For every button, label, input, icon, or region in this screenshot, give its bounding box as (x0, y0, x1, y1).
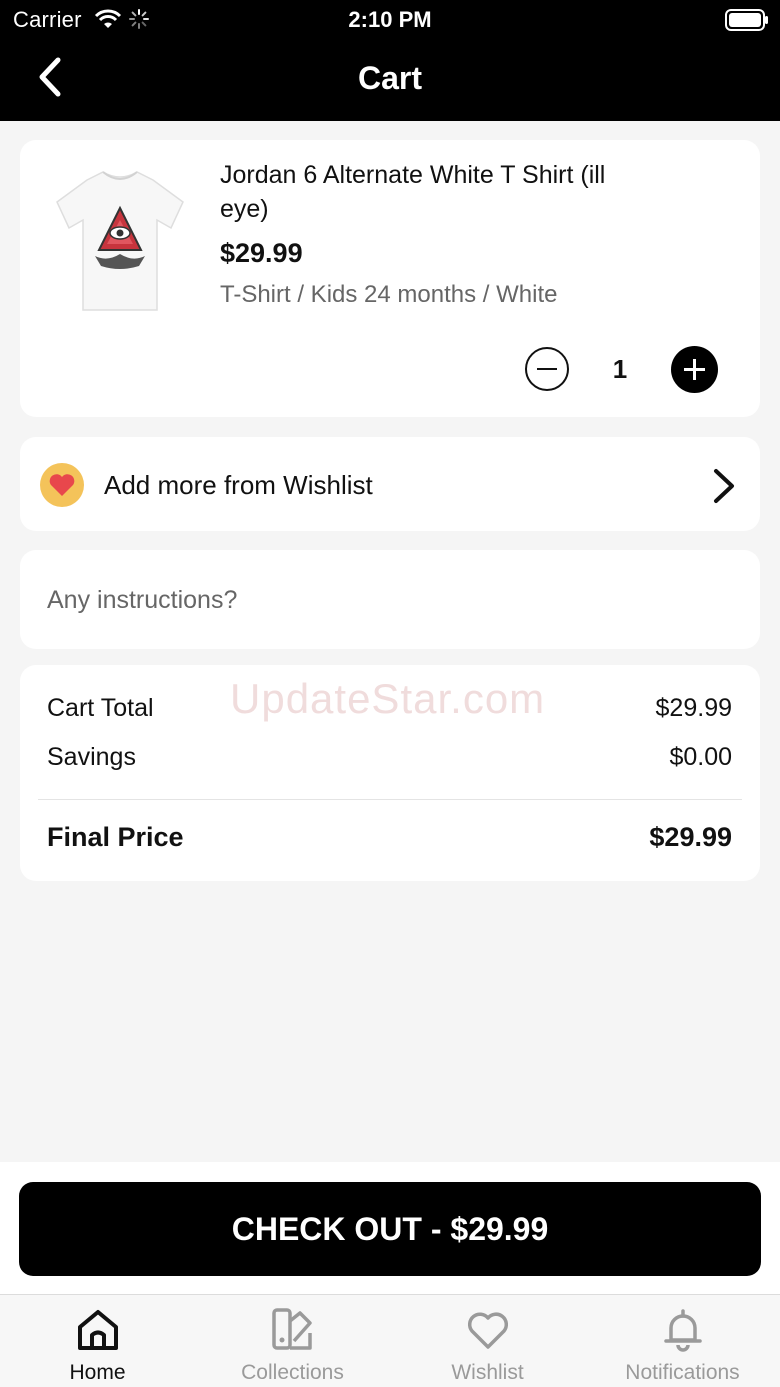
nav-bar: Cart (0, 40, 780, 121)
product-image[interactable] (55, 166, 185, 316)
cart-item-card: Jordan 6 Alternate White T Shirt (ill ey… (20, 140, 760, 417)
home-icon (78, 1310, 118, 1350)
order-summary-card: UpdateStar.com Cart Total $29.99 Savings… (20, 665, 760, 881)
heart-badge-icon (40, 463, 84, 507)
page-title: Cart (357, 60, 422, 96)
product-price: $29.99 (220, 238, 303, 268)
add-from-wishlist-row[interactable]: Add more from Wishlist (20, 437, 760, 531)
checkout-area: CHECK OUT - $29.99 (0, 1162, 780, 1294)
heart-icon (49, 474, 75, 496)
cart-total-label: Cart Total (47, 694, 154, 722)
tab-bar: Home Collections Wishlist Notifications (0, 1294, 780, 1387)
summary-divider (38, 799, 742, 800)
product-variant: T-Shirt / Kids 24 months / White (220, 281, 558, 308)
quantity-value: 1 (612, 354, 628, 384)
cart-total-value: $29.99 (655, 694, 732, 722)
instructions-input[interactable] (47, 580, 727, 620)
tab-wishlist[interactable]: Wishlist (390, 1295, 585, 1387)
tab-collections[interactable]: Collections (195, 1295, 390, 1387)
savings-value: $0.00 (669, 743, 732, 771)
increase-quantity-button[interactable] (671, 346, 718, 393)
savings-label: Savings (47, 743, 136, 771)
tab-wishlist-label: Wishlist (451, 1361, 524, 1384)
heart-icon (467, 1312, 509, 1349)
header: Carrier 2:10 PM Cart (0, 0, 780, 121)
decrease-quantity-button[interactable] (525, 347, 569, 391)
final-price-label: Final Price (47, 822, 184, 852)
tab-notifications-label: Notifications (625, 1361, 740, 1384)
watermark: UpdateStar.com (230, 675, 546, 722)
final-price-value: $29.99 (649, 822, 732, 852)
tab-collections-label: Collections (241, 1361, 344, 1384)
bell-icon (664, 1309, 702, 1352)
wishlist-row-label: Add more from Wishlist (104, 470, 373, 500)
chevron-right-icon (714, 469, 734, 503)
tab-home-label: Home (69, 1361, 126, 1384)
instructions-card (20, 550, 760, 649)
status-time: 2:10 PM (348, 7, 432, 32)
checkout-button[interactable]: CHECK OUT - $29.99 (19, 1182, 761, 1276)
tab-notifications[interactable]: Notifications (585, 1295, 780, 1387)
collections-icon (272, 1308, 312, 1350)
product-name[interactable]: Jordan 6 Alternate White T Shirt (ill ey… (220, 158, 660, 226)
tab-home[interactable]: Home (0, 1295, 195, 1387)
status-bar: Carrier 2:10 PM (0, 0, 780, 40)
battery-icon (725, 9, 768, 31)
